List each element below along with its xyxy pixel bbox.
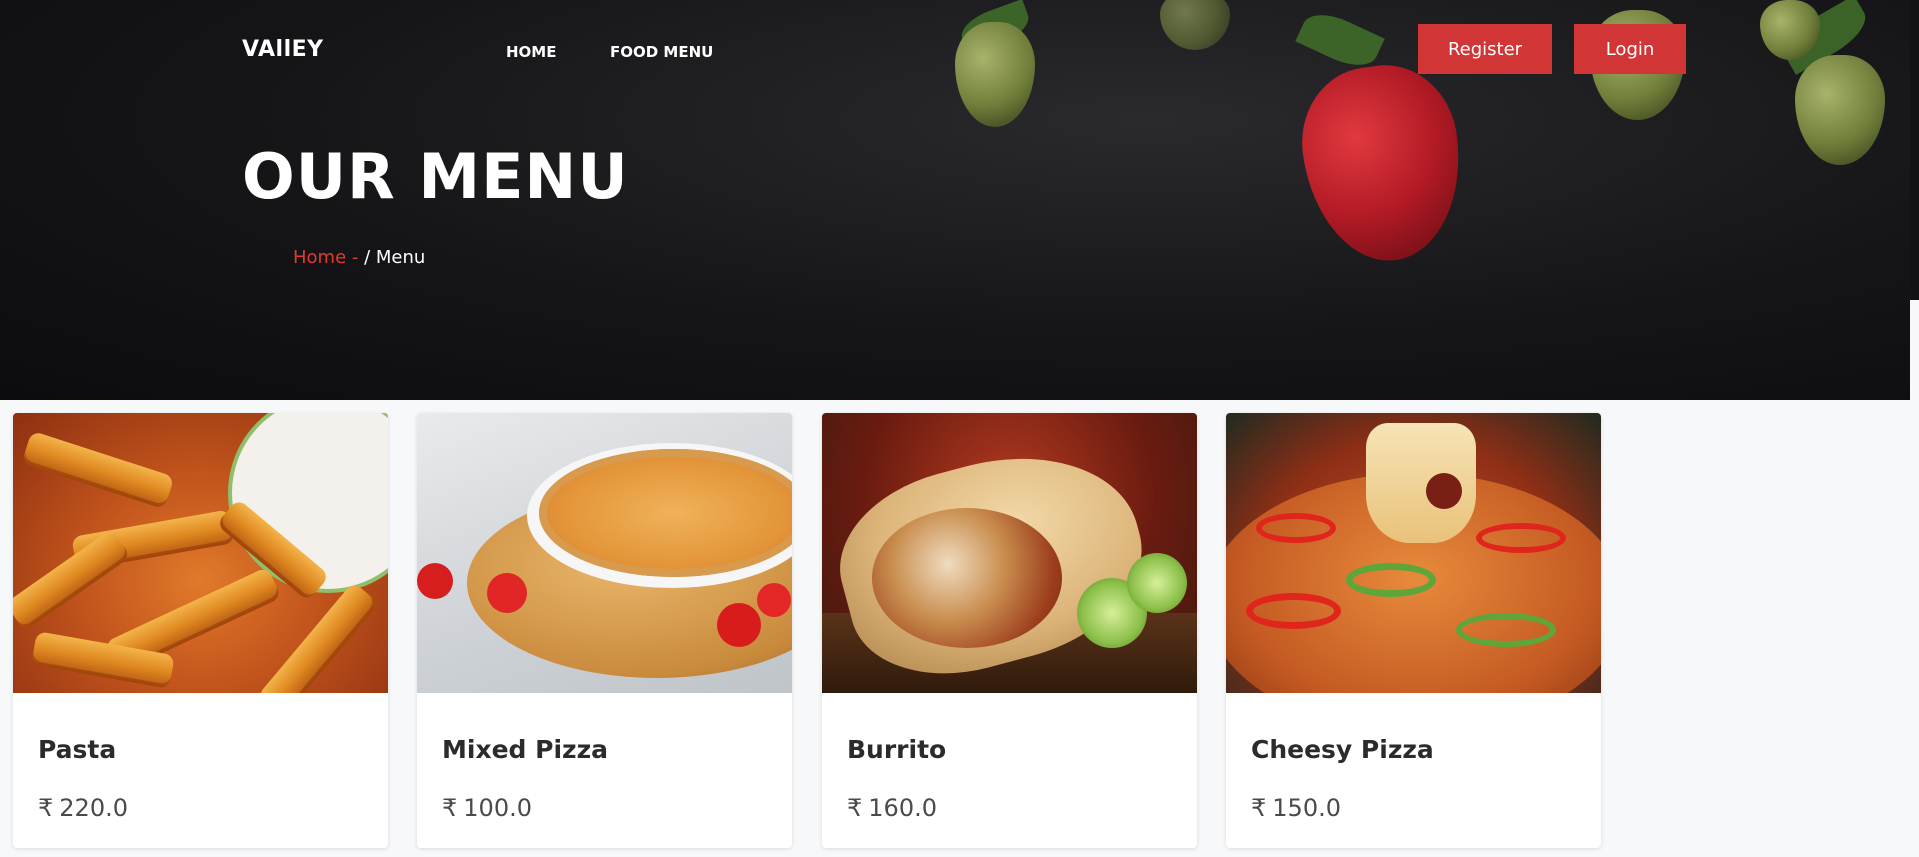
- menu-item-price: ₹220.0: [38, 794, 128, 822]
- price-value: 150.0: [1272, 794, 1341, 822]
- menu-card[interactable]: Mixed Pizza ₹100.0: [417, 413, 792, 848]
- strawberry-decoration: [955, 22, 1035, 127]
- strawberry-decoration: [1160, 0, 1230, 50]
- menu-item-name: Cheesy Pizza: [1251, 735, 1434, 764]
- menu-card[interactable]: Cheesy Pizza ₹150.0: [1226, 413, 1601, 848]
- currency-symbol: ₹: [1251, 794, 1267, 822]
- menu-card[interactable]: Burrito ₹160.0: [822, 413, 1197, 848]
- currency-symbol: ₹: [847, 794, 863, 822]
- menu-item-price: ₹100.0: [442, 794, 532, 822]
- breadcrumb-current: / Menu: [364, 247, 426, 268]
- price-value: 160.0: [868, 794, 937, 822]
- breadcrumb: Home - / Menu: [293, 247, 425, 268]
- pepper-decoration: [1456, 613, 1556, 647]
- lime-decoration: [1127, 553, 1187, 613]
- pepper-decoration: [1256, 513, 1336, 543]
- leaf-decoration: [1295, 4, 1385, 76]
- filling-decoration: [872, 508, 1062, 648]
- cheesy-pizza-image: [1226, 413, 1601, 693]
- price-value: 220.0: [59, 794, 128, 822]
- pizza-decoration: [539, 449, 792, 577]
- login-button[interactable]: Login: [1574, 24, 1686, 74]
- currency-symbol: ₹: [38, 794, 54, 822]
- mixed-pizza-image: [417, 413, 792, 693]
- burrito-image: [822, 413, 1197, 693]
- tomato-decoration: [487, 573, 527, 613]
- breadcrumb-separator: -: [346, 247, 365, 268]
- nav-food-menu[interactable]: FOOD MENU: [610, 43, 713, 61]
- hero-banner: VAllEY HOME FOOD MENU Register Login OUR…: [0, 0, 1910, 400]
- pepper-decoration: [1246, 593, 1341, 629]
- nav-home[interactable]: HOME: [506, 43, 556, 61]
- strawberry-decoration: [1292, 56, 1473, 271]
- menu-item-price: ₹150.0: [1251, 794, 1341, 822]
- register-button[interactable]: Register: [1418, 24, 1552, 74]
- pepper-decoration: [1346, 563, 1436, 597]
- pepperoni-decoration: [1426, 473, 1462, 509]
- breadcrumb-home[interactable]: Home: [293, 247, 346, 268]
- strawberry-decoration: [1795, 55, 1885, 165]
- tomato-decoration: [417, 563, 453, 599]
- tomato-decoration: [757, 583, 791, 617]
- menu-item-name: Burrito: [847, 735, 947, 764]
- hero-edge: [1910, 0, 1919, 300]
- penne-decoration: [21, 430, 175, 510]
- menu-card[interactable]: Pasta ₹220.0: [13, 413, 388, 848]
- brand-logo[interactable]: VAllEY: [242, 37, 324, 62]
- tomato-decoration: [717, 603, 761, 647]
- menu-item-name: Pasta: [38, 735, 117, 764]
- pepper-decoration: [1476, 523, 1566, 553]
- menu-item-name: Mixed Pizza: [442, 735, 608, 764]
- pasta-image: [13, 413, 388, 693]
- currency-symbol: ₹: [442, 794, 458, 822]
- menu-item-price: ₹160.0: [847, 794, 937, 822]
- page-title: OUR MENU: [242, 140, 629, 213]
- price-value: 100.0: [463, 794, 532, 822]
